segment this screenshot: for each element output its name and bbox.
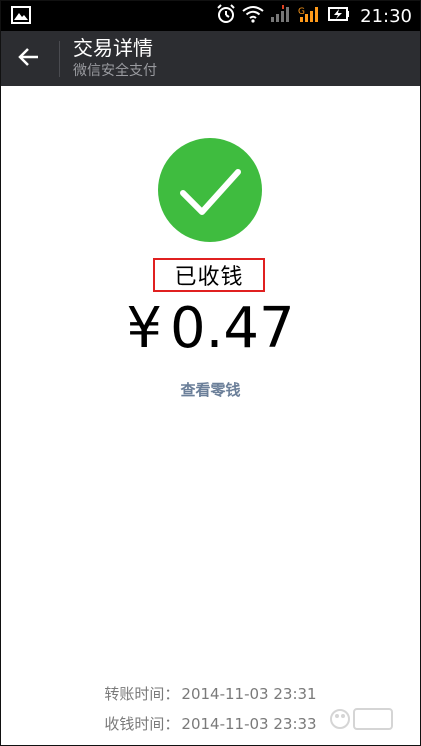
receive-time-label: 收钱时间： — [104, 715, 180, 733]
back-arrow-icon — [17, 45, 41, 73]
image-icon — [11, 6, 31, 24]
svg-text:G: G — [298, 7, 305, 17]
page-subtitle: 微信安全支付 — [73, 63, 157, 79]
back-button[interactable] — [11, 41, 47, 77]
status-highlight-box: 已收钱 — [153, 258, 265, 292]
watermark-logo — [328, 699, 398, 739]
view-change-link[interactable]: 查看零钱 — [1, 379, 420, 400]
wifi-icon — [242, 5, 264, 27]
amount-value: 0.47 — [169, 296, 295, 361]
page-title: 交易详情 — [73, 36, 153, 60]
status-bar: G 21:30 — [1, 1, 420, 31]
signal-g-icon: G — [298, 5, 322, 27]
status-icons: G 21:30 — [216, 1, 412, 31]
transfer-time-value: 2014-11-03 23:31 — [181, 685, 317, 703]
alarm-icon — [216, 4, 236, 28]
header-divider — [59, 41, 60, 77]
screen: G 21:30 交易详情 微信安全支付 已收钱 ¥ 0.47 查看零钱 转账时间… — [0, 0, 421, 746]
signal-icon — [270, 5, 292, 27]
transfer-time-label: 转账时间： — [104, 685, 180, 703]
app-header: 交易详情 微信安全支付 — [1, 31, 420, 86]
transaction-status: 已收钱 — [174, 265, 244, 290]
receive-time-value: 2014-11-03 23:33 — [181, 715, 317, 733]
transaction-amount: ¥0.47 — [1, 297, 420, 361]
status-time: 21:30 — [360, 5, 412, 27]
check-circle-icon — [158, 138, 262, 242]
battery-icon — [328, 6, 350, 26]
currency-symbol: ¥ — [126, 296, 162, 361]
